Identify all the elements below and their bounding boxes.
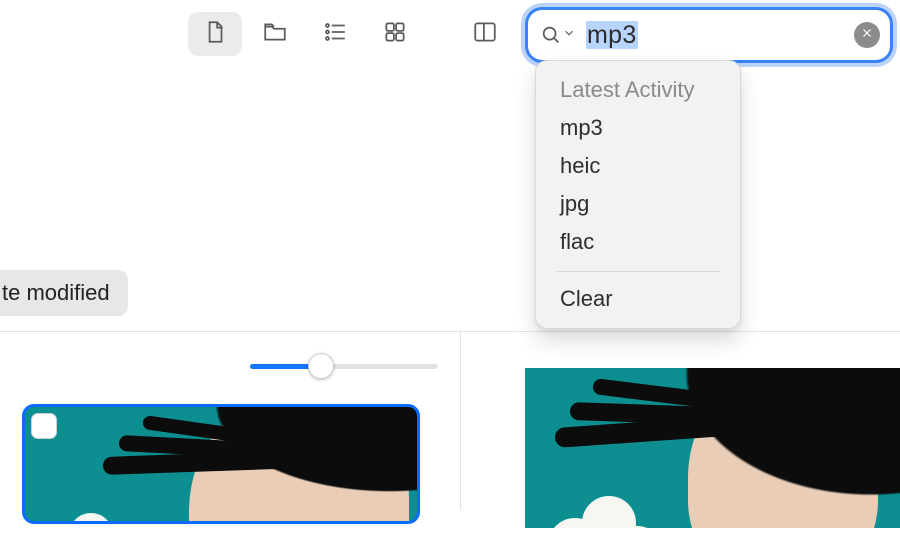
grid-icon	[382, 19, 408, 50]
search-field[interactable]: mp3	[528, 10, 890, 60]
dropdown-divider	[556, 271, 720, 272]
column-header-date-modified[interactable]: te modified	[0, 270, 128, 316]
content-divider	[0, 331, 900, 332]
search-input[interactable]: mp3	[586, 21, 638, 50]
search-suggestions-dropdown: Latest Activity mp3 heic jpg flac Clear	[535, 60, 741, 329]
thumbnail-selected[interactable]	[22, 404, 420, 524]
folder-view-button[interactable]	[248, 12, 302, 56]
clear-search-button[interactable]	[854, 22, 880, 48]
sidebar-icon	[472, 19, 498, 50]
slider-track	[250, 364, 438, 369]
slider-thumb[interactable]	[308, 353, 334, 379]
dropdown-item[interactable]: heic	[536, 147, 740, 185]
thumbnail-size-slider[interactable]	[250, 352, 438, 380]
list-view-button[interactable]	[308, 12, 362, 56]
grid-view-button[interactable]	[368, 12, 422, 56]
search-icon[interactable]	[540, 24, 576, 46]
folder-icon	[262, 19, 288, 50]
dropdown-item[interactable]: flac	[536, 223, 740, 261]
toggle-sidebar-button[interactable]	[458, 12, 512, 56]
close-icon	[861, 26, 873, 44]
document-icon	[202, 19, 228, 50]
thumbnail-checkbox[interactable]	[31, 413, 57, 439]
search-field-wrap: mp3	[528, 10, 890, 60]
document-view-button[interactable]	[188, 12, 242, 56]
chevron-down-icon	[562, 26, 576, 45]
dropdown-item[interactable]: mp3	[536, 109, 740, 147]
dropdown-heading: Latest Activity	[536, 73, 740, 109]
view-mode-group	[188, 12, 422, 56]
dropdown-clear[interactable]: Clear	[536, 280, 740, 318]
thumbnail-preview-right	[525, 368, 900, 528]
thumbnail-grid-left	[22, 404, 422, 544]
thumbnail[interactable]	[525, 368, 900, 528]
pane-divider[interactable]	[460, 331, 461, 510]
dropdown-item[interactable]: jpg	[536, 185, 740, 223]
list-icon	[322, 19, 348, 50]
